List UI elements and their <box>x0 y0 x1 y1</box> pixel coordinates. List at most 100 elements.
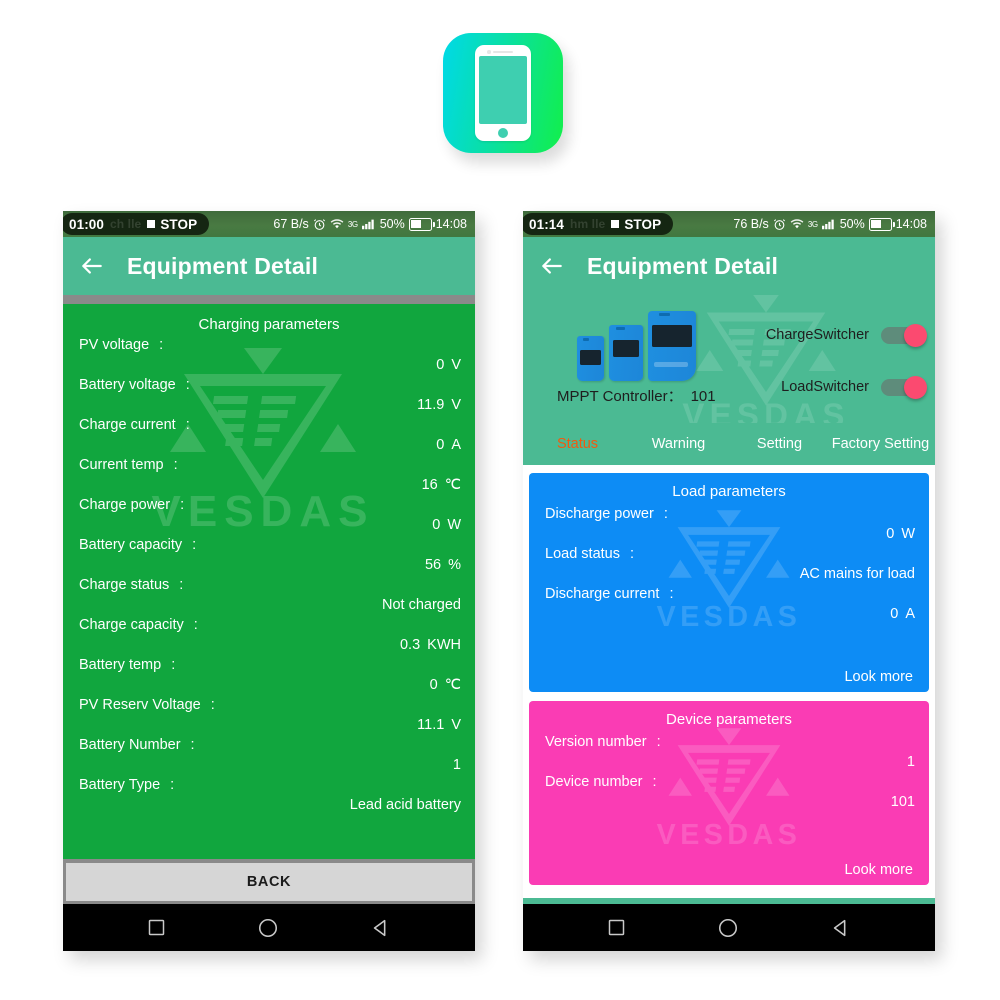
back-arrow-icon[interactable] <box>539 253 565 279</box>
parameter-unit: A <box>451 437 461 453</box>
parameter-row: Current temp: 16 ℃ <box>63 455 475 495</box>
parameter-value-number: 0 <box>429 677 438 693</box>
parameter-value: 0 ℃ <box>430 677 461 693</box>
charging-parameter-rows: PV voltage:0 V Battery voltage:11.9 V Charge… <box>63 335 475 815</box>
toggle-knob <box>904 376 927 399</box>
back-button[interactable]: BACK <box>66 862 472 901</box>
mppt-controller-text: MPPT Controller： <box>557 388 683 405</box>
parameter-colon: : <box>185 377 190 393</box>
parameter-value-number: 1 <box>906 754 915 770</box>
parameter-colon: : <box>159 337 164 353</box>
parameter-row: Charge power: 0 W <box>63 495 475 535</box>
left-status-ghost-text: ch lle <box>110 217 142 231</box>
charge-switcher-toggle[interactable] <box>881 324 927 347</box>
tab-status[interactable]: Status <box>527 436 628 452</box>
mppt-controller-label: MPPT Controller： 101 <box>557 385 716 406</box>
right-phone-frame: 01:14 hm lle STOP 76 B/s 3G 50% 14:08 Eq… <box>523 211 935 951</box>
parameter-row: PV Reserv Voltage: 11.1 V <box>63 695 475 735</box>
parameter-row: Version number: 1 <box>529 732 929 772</box>
parameter-value-number: 0 <box>432 517 441 533</box>
parameter-colon: : <box>170 777 175 793</box>
parameter-value: 0A <box>890 606 915 622</box>
parameter-colon: : <box>173 457 178 473</box>
battery-icon <box>868 217 895 231</box>
signal-3g-icon: 3G <box>807 219 818 229</box>
parameter-value-number: 56 <box>424 557 442 573</box>
device-panel: VESDAS MPPT Controller： 101 ChargeSwitche… <box>523 295 935 423</box>
load-switcher-toggle[interactable] <box>881 376 927 399</box>
left-stop-recording-pill[interactable]: 01:00 ch lle STOP <box>63 213 210 235</box>
right-clock: 14:08 <box>895 217 927 231</box>
back-triangle-icon[interactable] <box>830 917 852 939</box>
look-more-link[interactable]: Look more <box>844 862 913 878</box>
left-battery-percent: 50% <box>379 217 405 231</box>
app-icon[interactable] <box>443 33 563 153</box>
parameter-value: 0.3 KWH <box>400 637 461 653</box>
left-status-indicators: 67 B/s 3G 50% 14:08 <box>273 217 467 231</box>
charging-parameters-panel: VESDAS Charging parameters PV voltage:0 V… <box>63 304 475 859</box>
home-circle-icon[interactable] <box>717 917 739 939</box>
card-parameter-rows: Discharge power:0 W Load status: AC mains f… <box>529 504 929 624</box>
back-triangle-icon[interactable] <box>370 917 392 939</box>
parameter-row: Discharge power: 0 W <box>529 504 929 544</box>
signal-bars-icon <box>361 218 376 230</box>
page-title: Equipment Detail <box>127 252 319 279</box>
right-net-speed: 76 B/s <box>733 217 769 231</box>
parameter-row: Battery Type: Lead acid battery <box>63 775 475 815</box>
parameter-value: 56% <box>425 557 461 573</box>
parameter-value-number: AC mains for load <box>799 566 915 582</box>
parameter-colon: : <box>669 586 674 602</box>
right-status-ghost-text: hm lle <box>570 217 606 231</box>
parameter-label: PV Reserv Voltage: <box>79 697 215 713</box>
recents-square-icon[interactable] <box>606 917 627 938</box>
home-circle-icon[interactable] <box>257 917 279 939</box>
parameter-label: Version number: <box>545 734 661 750</box>
parameter-value: Not charged <box>382 597 461 613</box>
parameter-unit: V <box>451 357 461 373</box>
parameter-row: Charge capacity: 0.3 KWH <box>63 615 475 655</box>
parameter-label: Battery temp: <box>79 657 176 673</box>
parameter-unit: A <box>905 606 915 622</box>
load-switcher-label: LoadSwitcher <box>781 379 869 395</box>
parameter-unit: KWH <box>427 637 461 653</box>
tab-bar: Status Warning Setting Factory Setting <box>523 423 935 465</box>
left-phone-screen: 01:00 ch lle STOP 67 B/s 3G 50% 14:08 Eq… <box>63 211 475 951</box>
tab-warning[interactable]: Warning <box>628 436 729 452</box>
parameter-colon: : <box>190 737 195 753</box>
parameter-label: PV voltage: <box>79 337 164 353</box>
parameter-label: Load status: <box>545 546 635 562</box>
switcher-controls: ChargeSwitcher LoadSwitcher <box>737 309 927 413</box>
parameter-value-number: 11.9 <box>417 397 445 413</box>
alarm-clock-icon <box>313 218 326 231</box>
parameter-value-number: 1 <box>452 757 461 773</box>
tab-factory-setting[interactable]: Factory Setting <box>830 436 931 452</box>
left-status-bar: 01:00 ch lle STOP 67 B/s 3G 50% 14:08 <box>63 211 475 237</box>
phone-home-button <box>498 128 508 138</box>
charge-switcher-row: ChargeSwitcher <box>737 309 927 361</box>
parameter-value-number: 0 <box>436 357 445 373</box>
back-button-bar: BACK <box>63 859 475 904</box>
parameter-value-number: Lead acid battery <box>349 797 461 813</box>
device-parameters-card: VESDAS Device parameters Version number: 1… <box>529 701 929 885</box>
right-stop-timer: 01:14 <box>529 216 565 232</box>
right-battery-percent: 50% <box>839 217 865 231</box>
parameter-label: Charge status: <box>79 577 184 593</box>
recents-square-icon[interactable] <box>146 917 167 938</box>
phone-screen-area <box>479 56 527 124</box>
right-stop-recording-pill[interactable]: 01:14 hm lle STOP <box>523 213 674 235</box>
left-net-speed: 67 B/s <box>273 217 309 231</box>
stop-square-icon <box>611 220 620 228</box>
controller-device-images <box>577 309 697 381</box>
left-app-bar: Equipment Detail <box>63 237 475 295</box>
parameter-value: 11.1 V <box>417 717 461 733</box>
right-android-nav-bar <box>523 904 935 951</box>
parameter-value-number: 0 <box>886 526 895 542</box>
controller-device-small <box>577 336 604 381</box>
page-title: Equipment Detail <box>587 252 779 279</box>
parameter-colon: : <box>193 617 198 633</box>
tab-setting[interactable]: Setting <box>729 436 830 452</box>
look-more-link[interactable]: Look more <box>844 669 913 685</box>
parameter-label: Charge current: <box>79 417 190 433</box>
back-arrow-icon[interactable] <box>79 253 105 279</box>
page-root: 01:00 ch lle STOP 67 B/s 3G 50% 14:08 Eq… <box>0 0 1000 1000</box>
